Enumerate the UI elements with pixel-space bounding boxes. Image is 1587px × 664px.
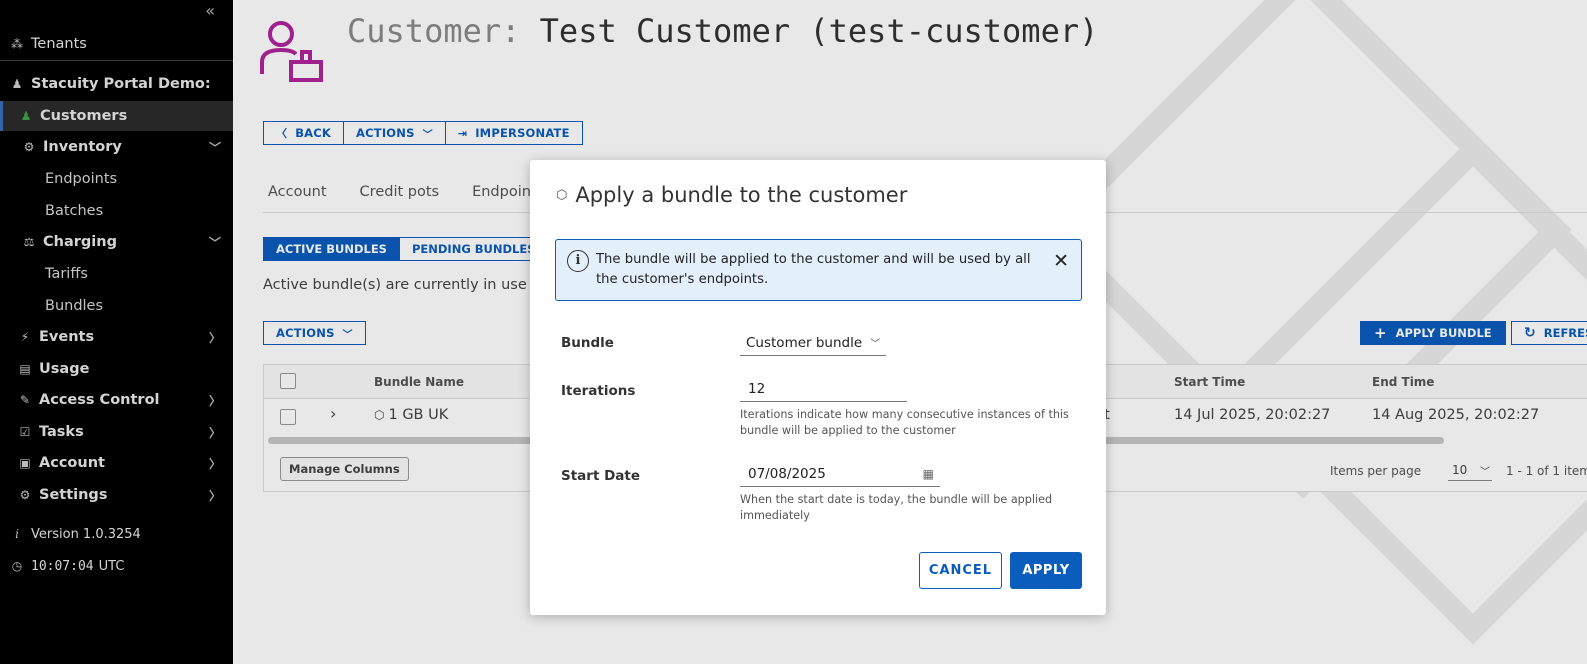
cancel-button[interactable]: CANCEL — [919, 552, 1002, 589]
dialog-title-text: Apply a bundle to the customer — [575, 183, 908, 207]
dialog-title: ⬡ Apply a bundle to the customer — [556, 183, 907, 207]
iterations-label: Iterations — [561, 383, 636, 399]
chevron-down-icon: ﹀ — [870, 339, 881, 350]
iterations-input[interactable]: 12 — [740, 376, 907, 402]
start-date-label: Start Date — [561, 468, 641, 484]
apply-button[interactable]: APPLY — [1010, 552, 1082, 589]
bundle-select[interactable]: Customer bundle ﹀ — [740, 330, 887, 356]
start-date-value: 07/08/2025 — [748, 465, 826, 482]
close-icon[interactable]: ✕ — [1053, 250, 1069, 272]
info-icon: i — [567, 250, 589, 272]
bundle-label: Bundle — [561, 335, 614, 351]
iterations-help: Iterations indicate how many consecutive… — [740, 408, 1069, 437]
alert-text: The bundle will be applied to the custom… — [596, 252, 1031, 287]
apply-bundle-dialog: ⬡ Apply a bundle to the customer i The b… — [530, 160, 1106, 615]
bundle-select-value: Customer bundle — [746, 334, 863, 351]
calendar-icon[interactable]: ▦ — [923, 467, 934, 481]
start-date-help: When the start date is today, the bundle… — [740, 493, 1053, 522]
start-date-input[interactable]: 07/08/2025 ▦ — [740, 461, 940, 487]
info-alert: i The bundle will be applied to the cust… — [555, 239, 1082, 301]
bundle-icon: ⬡ — [556, 187, 568, 203]
